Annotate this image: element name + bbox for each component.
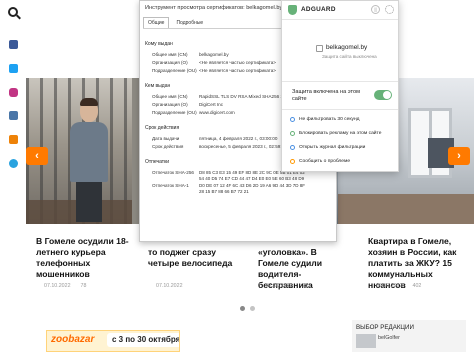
- field-value: D0 DE 07 12 4F 6C 43 D6 2D 19 A6 9D 44 3…: [199, 183, 306, 194]
- field-label: Подразделение (OU): [152, 110, 197, 115]
- ad-banner[interactable]: zoobazar с 3 по 30 октября: [46, 330, 180, 352]
- adguard-popup: ADGUARD || belkagomel.by Защита сайта вы…: [281, 0, 399, 172]
- news-views: 223: [302, 283, 312, 289]
- action-label: Открыть журнал фильтрации: [299, 145, 366, 150]
- field-label: Организация (O): [152, 60, 188, 65]
- pagination-dot[interactable]: [250, 306, 255, 311]
- search-icon[interactable]: [7, 6, 19, 18]
- section-heading: Кем выдан: [145, 83, 171, 89]
- clock-icon: [290, 117, 295, 122]
- field-label: Отпечаток SHA-1: [152, 183, 189, 188]
- news-views: 402: [412, 283, 422, 289]
- log-icon: [290, 145, 295, 150]
- telegram-icon[interactable]: [7, 157, 19, 169]
- action-block-ads[interactable]: Блокировать рекламу на этом сайте: [290, 131, 381, 136]
- field-value: пятница, 4 февраля 2022 г., 03:00:00: [199, 136, 278, 141]
- carousel-prev-button[interactable]: ‹: [26, 147, 48, 165]
- report-icon: [290, 159, 295, 164]
- news-views: 78: [80, 283, 87, 289]
- editor-choice-image[interactable]: [356, 334, 376, 348]
- field-value: воскресенье, 5 февраля 2023 г., 02:59:59: [199, 144, 287, 149]
- action-label: Блокировать рекламу на этом сайте: [299, 131, 382, 136]
- action-label: Не фильтровать 30 секунд: [299, 117, 360, 122]
- twitter-icon[interactable]: [7, 62, 19, 74]
- news-headline[interactable]: В Гомеле осудили 18-летнего курьера теле…: [36, 236, 130, 280]
- carousel-next-button[interactable]: ›: [448, 147, 470, 165]
- field-label: Срок действия: [152, 144, 184, 149]
- action-filtering-log[interactable]: Открыть журнал фильтрации: [290, 145, 365, 150]
- social-rail: [0, 0, 26, 352]
- field-label: Общее имя (CN): [152, 94, 188, 99]
- field-label: Подразделение (OU): [152, 68, 197, 73]
- news-meta: 07.10.2022 78: [44, 283, 86, 289]
- field-label: Общее имя (CN): [152, 52, 188, 57]
- site-status: Защита сайта выключена: [322, 54, 377, 59]
- carousel-pagination: [240, 306, 255, 311]
- odnoklassniki-icon[interactable]: [7, 133, 19, 145]
- ad-dates: с 3 по 30 октября: [107, 333, 179, 347]
- field-value: <Не является частью сертификата>: [199, 68, 276, 73]
- section-heading: Срок действия: [145, 125, 180, 131]
- ad-logo: zoobazar: [51, 334, 95, 345]
- editor-choice-caption[interactable]: belGolfer: [378, 335, 400, 341]
- news-date: 07.10.2022: [156, 283, 183, 289]
- section-heading: Отпечатки: [145, 159, 170, 165]
- field-value: www.digicert.com: [199, 110, 235, 115]
- pause-icon[interactable]: ||: [371, 5, 380, 14]
- news-date: 07.10.2022: [44, 283, 71, 289]
- gear-icon[interactable]: [385, 5, 394, 14]
- adguard-brand: ADGUARD: [301, 6, 336, 13]
- adguard-shield-icon: [288, 5, 297, 15]
- editor-choice-label: ВЫБОР РЕДАКЦИИ: [356, 324, 414, 331]
- dialog-title: Инструмент просмотра сертификатов: belka…: [145, 5, 283, 11]
- section-heading: Кому выдан: [145, 41, 173, 47]
- facebook-icon[interactable]: [7, 38, 19, 50]
- field-label: Отпечаток SHA-256: [152, 170, 194, 175]
- protection-label: Защита включена на этом сайте: [292, 89, 360, 102]
- protection-toggle[interactable]: [374, 90, 392, 100]
- vk-icon[interactable]: [7, 109, 19, 121]
- news-date: 06.10.2022: [376, 283, 403, 289]
- action-report-problem[interactable]: Сообщить о проблеме: [290, 159, 350, 164]
- block-icon: [290, 131, 295, 136]
- editor-choice: ВЫБОР РЕДАКЦИИ belGolfer: [352, 320, 466, 352]
- pagination-dot[interactable]: [240, 306, 245, 311]
- news-meta: 07.10.2022 223: [266, 283, 311, 289]
- field-label: Организация (O): [152, 102, 188, 107]
- field-value: DigiCert Inc: [199, 102, 223, 107]
- field-value: belkagomel.by: [199, 52, 229, 57]
- action-label: Сообщить о проблеме: [299, 159, 351, 164]
- page: ‹ › В Гомеле осудили 18-летнего курьера …: [0, 0, 474, 352]
- news-meta: 07.10.2022: [156, 283, 193, 289]
- site-icon: [316, 45, 323, 52]
- news-meta: 06.10.2022 402: [376, 283, 421, 289]
- action-pause-filtering[interactable]: Не фильтровать 30 секунд: [290, 117, 360, 122]
- field-value: <Не является частью сертификата>: [199, 60, 276, 65]
- site-domain: belkagomel.by: [326, 44, 368, 51]
- instagram-icon[interactable]: [7, 86, 19, 98]
- news-date: 07.10.2022: [266, 283, 293, 289]
- news-headline[interactable]: то поджег сразу четыре велосипеда: [148, 247, 238, 269]
- field-label: Дата выдачи: [152, 136, 180, 141]
